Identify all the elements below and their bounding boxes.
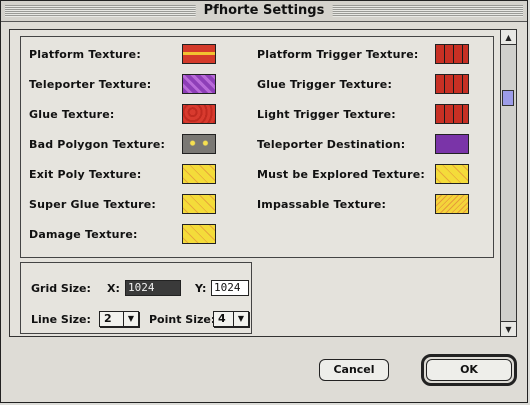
- glue-texture-row: Glue Texture:: [29, 104, 229, 126]
- damage-texture-swatch[interactable]: [182, 224, 216, 244]
- chevron-down-icon: ▼: [123, 312, 138, 326]
- grid-settings-panel: Grid Size: X: 1024 Y: 1024 Line Size: 2 …: [20, 262, 252, 334]
- impassable-texture-swatch[interactable]: [435, 194, 469, 214]
- teleporter-texture-label: Teleporter Texture:: [29, 78, 152, 91]
- cancel-button[interactable]: Cancel: [319, 359, 389, 381]
- platform-texture-label: Platform Texture:: [29, 48, 141, 61]
- damage-texture-label: Damage Texture:: [29, 228, 138, 241]
- super-glue-texture-row: Super Glue Texture:: [29, 194, 229, 216]
- super-glue-texture-swatch[interactable]: [182, 194, 216, 214]
- chevron-down-icon: ▼: [233, 312, 248, 326]
- bad-polygon-texture-label: Bad Polygon Texture:: [29, 138, 166, 151]
- damage-texture-row: Damage Texture:: [29, 224, 229, 246]
- ok-button[interactable]: OK: [426, 359, 512, 381]
- platform-trigger-texture-row: Platform Trigger Texture:: [257, 44, 493, 66]
- glue-texture-label: Glue Texture:: [29, 108, 115, 121]
- exit-poly-texture-swatch[interactable]: [182, 164, 216, 184]
- exit-poly-texture-row: Exit Poly Texture:: [29, 164, 229, 186]
- grid-y-label: Y:: [195, 282, 207, 295]
- settings-scroll-area: Platform Texture: Teleporter Texture: Gl…: [9, 29, 517, 337]
- grid-x-input[interactable]: 1024: [125, 280, 181, 296]
- glue-trigger-texture-label: Glue Trigger Texture:: [257, 78, 393, 91]
- bad-polygon-texture-row: Bad Polygon Texture:: [29, 134, 229, 156]
- must-be-explored-texture-label: Must be Explored Texture:: [257, 168, 425, 181]
- point-size-popup[interactable]: 4 ▼: [213, 311, 249, 327]
- vertical-scrollbar[interactable]: ▲ ▼: [500, 30, 516, 336]
- glue-texture-swatch[interactable]: [182, 104, 216, 124]
- platform-texture-row: Platform Texture:: [29, 44, 229, 66]
- title-bar[interactable]: Pfhorte Settings: [1, 1, 527, 22]
- platform-texture-swatch[interactable]: [182, 44, 216, 64]
- teleporter-destination-swatch[interactable]: [435, 134, 469, 154]
- glue-trigger-texture-swatch[interactable]: [435, 74, 469, 94]
- texture-settings-panel: Platform Texture: Teleporter Texture: Gl…: [20, 36, 494, 258]
- teleporter-texture-row: Teleporter Texture:: [29, 74, 229, 96]
- impassable-texture-label: Impassable Texture:: [257, 198, 387, 211]
- scroll-down-icon[interactable]: ▼: [501, 321, 516, 336]
- light-trigger-texture-label: Light Trigger Texture:: [257, 108, 396, 121]
- settings-window: Pfhorte Settings Platform Texture: Telep…: [0, 0, 528, 403]
- super-glue-texture-label: Super Glue Texture:: [29, 198, 157, 211]
- must-be-explored-texture-row: Must be Explored Texture:: [257, 164, 493, 186]
- glue-trigger-texture-row: Glue Trigger Texture:: [257, 74, 493, 96]
- grid-x-label: X:: [107, 282, 120, 295]
- platform-trigger-texture-label: Platform Trigger Texture:: [257, 48, 419, 61]
- line-size-label: Line Size:: [31, 313, 91, 326]
- teleporter-destination-label: Teleporter Destination:: [257, 138, 406, 151]
- point-size-value: 4: [218, 312, 226, 325]
- grid-size-label: Grid Size:: [31, 282, 91, 295]
- line-size-popup[interactable]: 2 ▼: [99, 311, 139, 327]
- light-trigger-texture-swatch[interactable]: [435, 104, 469, 124]
- platform-trigger-texture-swatch[interactable]: [435, 44, 469, 64]
- teleporter-destination-row: Teleporter Destination:: [257, 134, 493, 156]
- must-be-explored-texture-swatch[interactable]: [435, 164, 469, 184]
- scroll-thumb[interactable]: [502, 90, 514, 106]
- teleporter-texture-swatch[interactable]: [182, 74, 216, 94]
- light-trigger-texture-row: Light Trigger Texture:: [257, 104, 493, 126]
- exit-poly-texture-label: Exit Poly Texture:: [29, 168, 142, 181]
- impassable-texture-row: Impassable Texture:: [257, 194, 493, 216]
- bad-polygon-texture-swatch[interactable]: [182, 134, 216, 154]
- grid-y-input[interactable]: 1024: [211, 280, 249, 296]
- window-title: Pfhorte Settings: [195, 2, 333, 20]
- point-size-label: Point Size:: [149, 313, 216, 326]
- line-size-value: 2: [104, 312, 112, 325]
- scroll-up-icon[interactable]: ▲: [501, 30, 516, 45]
